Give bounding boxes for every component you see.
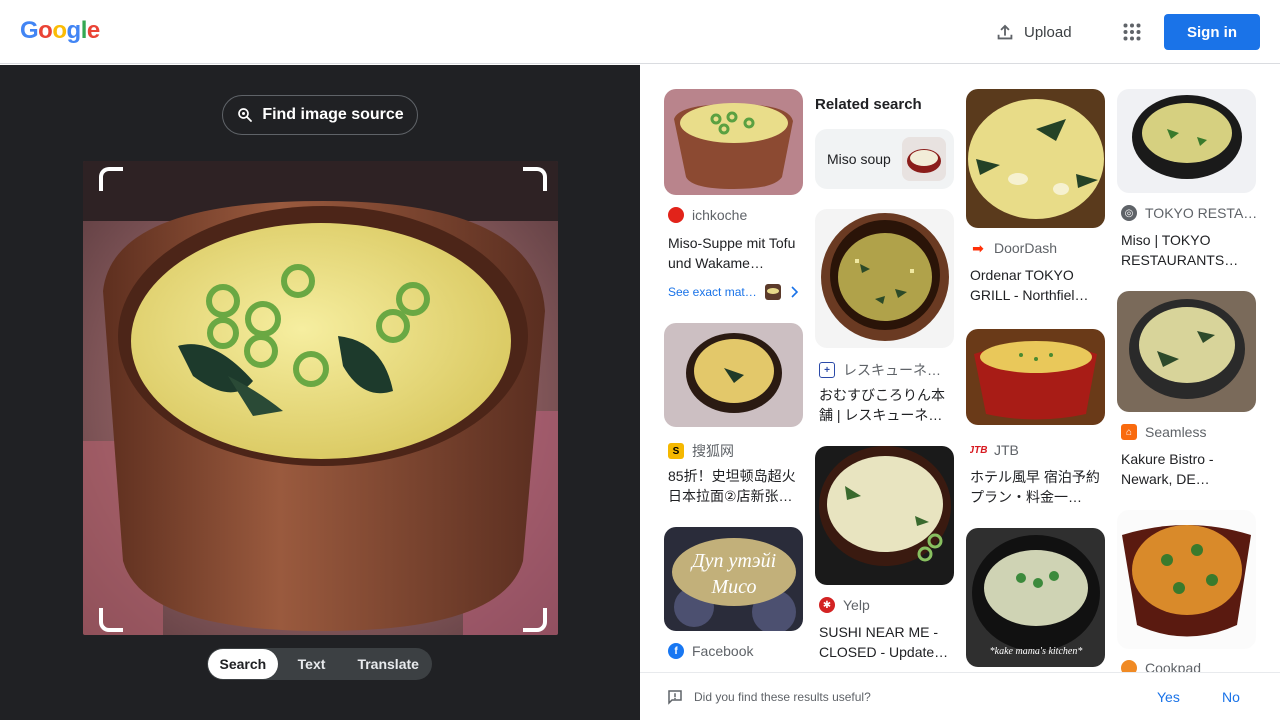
source-name: Facebook — [692, 643, 754, 659]
see-exact-matches-link[interactable]: See exact mat… — [668, 284, 799, 300]
result-thumbnail[interactable] — [815, 446, 954, 585]
result-thumbnail[interactable] — [815, 209, 954, 348]
result-thumbnail[interactable] — [664, 323, 803, 427]
facebook-icon: f — [668, 643, 684, 659]
upload-label: Upload — [1024, 23, 1072, 41]
sohu-icon: S — [668, 443, 684, 459]
result-title[interactable]: Miso-Suppe mit Tofu und Wakame… — [668, 233, 807, 273]
result-source[interactable]: ichkoche — [668, 207, 807, 223]
related-search-chip[interactable]: Miso soup — [815, 129, 954, 189]
crop-handle-bottom-right[interactable] — [523, 608, 547, 632]
thumb-overlay-text: Мисо — [710, 576, 756, 598]
results-panel: ichkoche Miso-Suppe mit Tofu und Wakame…… — [640, 65, 1280, 720]
tab-search[interactable]: Search — [208, 649, 278, 679]
find-source-label: Find image source — [262, 106, 404, 123]
logo-letter: o — [52, 17, 67, 44]
source-name: TOKYO RESTA… — [1145, 205, 1258, 221]
result-title[interactable]: ホテル風早 宿泊予約プラン・料金一… — [970, 467, 1109, 507]
query-image[interactable] — [83, 161, 558, 635]
related-chip-label: Miso soup — [827, 151, 891, 167]
feedback-yes-button[interactable]: Yes — [1157, 689, 1180, 705]
crop-handle-bottom-left[interactable] — [99, 608, 123, 632]
related-search-heading: Related search — [815, 96, 922, 113]
source-name: レスキューネ… — [843, 362, 941, 378]
mode-tabs: Search Text Translate — [207, 648, 432, 680]
result-title[interactable]: Kakure Bistro - Newark, DE… — [1121, 449, 1260, 489]
source-name: Seamless — [1145, 424, 1207, 440]
result-title[interactable]: 85折！史坦顿岛超火日本拉面②店新张… — [668, 466, 807, 506]
result-thumbnail[interactable] — [1117, 510, 1256, 649]
result-title[interactable]: Miso | TOKYO RESTAURANTS… — [1121, 230, 1260, 270]
find-image-source-button[interactable]: Find image source — [222, 95, 418, 135]
result-thumbnail[interactable] — [1117, 291, 1256, 412]
doordash-icon: ➡ — [972, 240, 984, 256]
related-chip-thumbnail — [902, 137, 946, 181]
result-thumbnail[interactable] — [664, 89, 803, 195]
apps-grid-icon — [1123, 23, 1141, 41]
result-source[interactable]: ⌂ Seamless — [1121, 424, 1260, 440]
tab-text[interactable]: Text — [278, 649, 346, 679]
google-logo[interactable]: Google — [20, 17, 100, 45]
source-name: ichkoche — [692, 207, 748, 223]
seamless-icon: ⌂ — [1121, 424, 1137, 440]
result-source[interactable]: S 搜狐网 — [668, 441, 807, 461]
logo-letter: e — [86, 17, 100, 44]
source-name: Yelp — [843, 597, 870, 613]
logo-letter: o — [38, 17, 53, 44]
result-title[interactable]: SUSHI NEAR ME - CLOSED - Update… — [819, 622, 958, 662]
globe-icon: ◎ — [1121, 205, 1137, 221]
result-source[interactable]: ◎ TOKYO RESTA… — [1121, 205, 1260, 221]
sign-in-button[interactable]: Sign in — [1164, 14, 1260, 50]
yelp-icon: ✱ — [819, 597, 835, 613]
result-source[interactable]: f Facebook — [668, 643, 807, 659]
exact-match-thumb — [764, 284, 781, 300]
source-name: 搜狐网 — [692, 443, 734, 459]
result-title[interactable]: Ordenar TOKYO GRILL - Northfiel… — [970, 265, 1109, 305]
apps-button[interactable] — [1116, 16, 1148, 48]
lens-search-icon — [238, 108, 253, 122]
top-bar: Google Upload Sign in — [0, 0, 1280, 64]
rescue-net-icon: + — [819, 362, 835, 378]
result-thumbnail[interactable] — [966, 329, 1105, 425]
result-source[interactable]: + レスキューネ… — [819, 360, 958, 380]
result-source[interactable]: ➡ DoorDash — [970, 240, 1109, 256]
thumb-overlay-text: *kake mama's kitchen* — [990, 646, 1083, 657]
upload-icon — [997, 24, 1013, 40]
result-thumbnail[interactable] — [1117, 89, 1256, 193]
ichkoche-icon — [668, 207, 684, 223]
source-name: DoorDash — [994, 240, 1058, 256]
source-name: JTB — [994, 442, 1019, 458]
logo-letter: G — [20, 17, 39, 44]
chevron-right-icon — [791, 286, 798, 298]
result-thumbnail[interactable]: Дуп утэйі Мисо — [664, 527, 803, 631]
jtb-icon: JTB — [970, 444, 988, 456]
crop-handle-top-right[interactable] — [523, 167, 547, 191]
logo-letter: g — [66, 17, 82, 44]
tab-translate[interactable]: Translate — [345, 649, 431, 679]
result-thumbnail[interactable] — [966, 89, 1105, 228]
result-source[interactable]: JTB JTB — [970, 442, 1109, 458]
feedback-question: Did you find these results useful? — [694, 689, 871, 704]
exact-match-label: See exact mat… — [668, 285, 757, 299]
thumb-overlay-text: Дуп утэйі — [690, 550, 776, 572]
result-thumbnail[interactable]: *kake mama's kitchen* — [966, 528, 1105, 667]
result-source[interactable]: ✱ Yelp — [819, 597, 958, 613]
query-image-panel: Find image source Search Text Translate — [0, 65, 640, 720]
upload-button[interactable]: Upload — [988, 16, 1078, 48]
crop-handle-top-left[interactable] — [99, 167, 123, 191]
result-title[interactable]: おむすびころりん本舗 | レスキューネ… — [819, 385, 958, 425]
feedback-bar: Did you find these results useful? Yes N… — [640, 672, 1280, 720]
feedback-icon — [668, 690, 682, 705]
feedback-no-button[interactable]: No — [1222, 689, 1240, 705]
